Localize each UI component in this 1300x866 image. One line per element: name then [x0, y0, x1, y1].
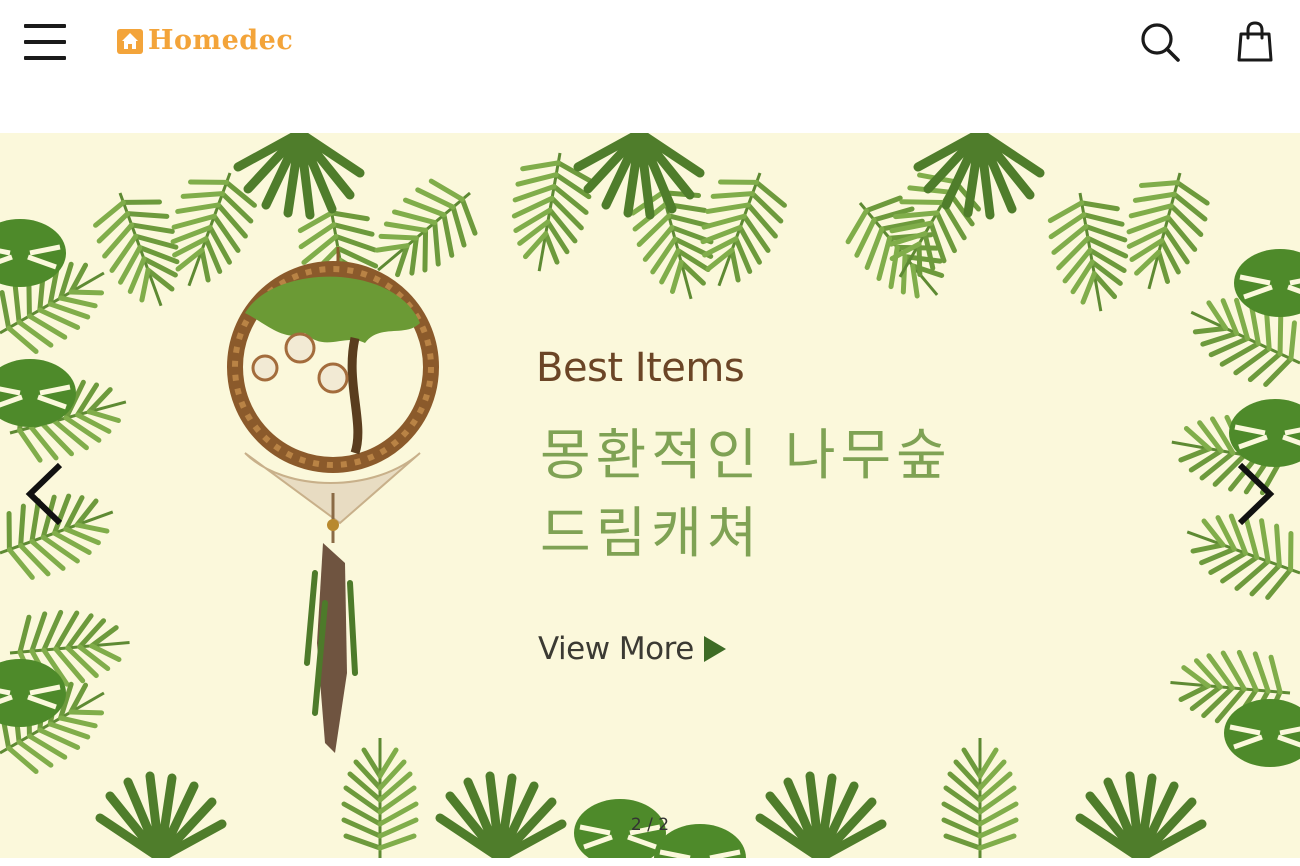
menu-bar: [24, 24, 66, 28]
menu-button[interactable]: [22, 20, 68, 64]
pager-total: 2: [658, 815, 670, 835]
play-triangle-icon: [703, 636, 726, 662]
logo[interactable]: Homedec: [116, 26, 293, 56]
dream-catcher-image: [227, 247, 439, 753]
pager-current: 2: [630, 815, 642, 835]
house-logo-icon: [117, 29, 143, 54]
chevron-left-icon[interactable]: [20, 459, 70, 529]
view-more-link[interactable]: View More: [538, 631, 726, 667]
chevron-right-icon[interactable]: [1230, 459, 1280, 529]
view-more-label: View More: [538, 631, 694, 667]
next-section-edge: [0, 858, 1300, 866]
shopping-bag-icon[interactable]: [1234, 20, 1276, 64]
slide-pager: 2 / 2: [618, 815, 682, 835]
banner-title-line: 드림캐쳐: [540, 501, 763, 565]
menu-bar: [24, 40, 66, 44]
banner-title-line: 몽환적인 나무숲: [540, 423, 952, 487]
banner-title: 몽환적인 나무숲 드림캐쳐: [540, 416, 1060, 572]
pager-separator: /: [647, 815, 653, 835]
site-header: Homedec: [0, 0, 1300, 133]
menu-bar: [24, 56, 66, 60]
banner-subtitle: Best Items: [536, 345, 745, 391]
logo-text: Homedec: [148, 25, 294, 56]
hero-banner[interactable]: Best Items 몽환적인 나무숲 드림캐쳐 View More 2 / 2: [0, 133, 1300, 858]
search-icon[interactable]: [1138, 20, 1182, 64]
